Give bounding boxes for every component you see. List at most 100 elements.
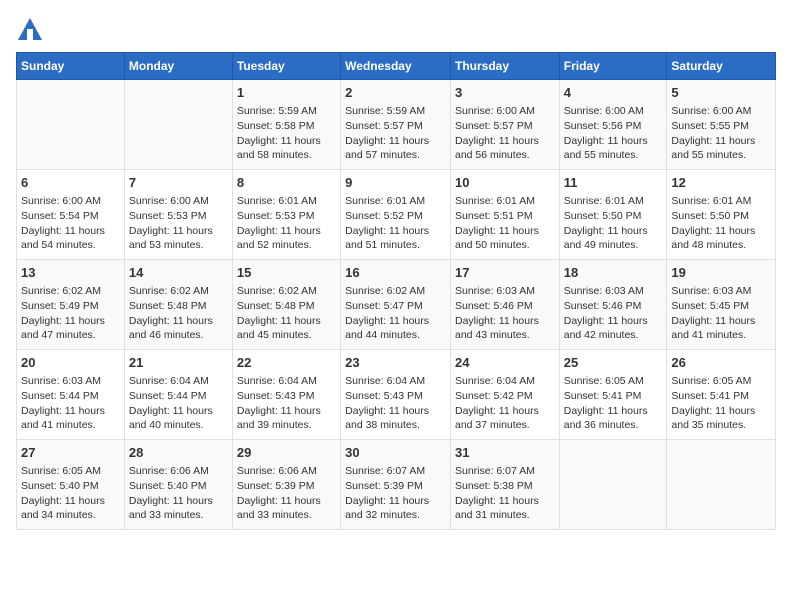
calendar-cell: 26 Sunrise: 6:05 AMSunset: 5:41 PMDayligh… bbox=[667, 350, 776, 440]
day-number: 27 bbox=[21, 444, 120, 462]
day-number: 29 bbox=[237, 444, 336, 462]
day-info: Sunrise: 6:02 AMSunset: 5:47 PMDaylight:… bbox=[345, 284, 446, 343]
calendar-cell bbox=[559, 440, 667, 530]
calendar-cell: 23 Sunrise: 6:04 AMSunset: 5:43 PMDayligh… bbox=[341, 350, 451, 440]
day-info: Sunrise: 5:59 AMSunset: 5:57 PMDaylight:… bbox=[345, 104, 446, 163]
calendar-body: 1 Sunrise: 5:59 AMSunset: 5:58 PMDaylight… bbox=[17, 80, 776, 530]
header-cell-saturday: Saturday bbox=[667, 53, 776, 80]
day-number: 21 bbox=[129, 354, 228, 372]
day-info: Sunrise: 6:04 AMSunset: 5:43 PMDaylight:… bbox=[237, 374, 336, 433]
day-info: Sunrise: 6:04 AMSunset: 5:42 PMDaylight:… bbox=[455, 374, 555, 433]
calendar-week-1: 1 Sunrise: 5:59 AMSunset: 5:58 PMDaylight… bbox=[17, 80, 776, 170]
day-number: 15 bbox=[237, 264, 336, 282]
header-cell-friday: Friday bbox=[559, 53, 667, 80]
calendar-cell: 4 Sunrise: 6:00 AMSunset: 5:56 PMDaylight… bbox=[559, 80, 667, 170]
day-number: 25 bbox=[564, 354, 663, 372]
calendar-cell: 30 Sunrise: 6:07 AMSunset: 5:39 PMDayligh… bbox=[341, 440, 451, 530]
calendar-cell bbox=[17, 80, 125, 170]
day-info: Sunrise: 6:00 AMSunset: 5:57 PMDaylight:… bbox=[455, 104, 555, 163]
calendar-week-2: 6 Sunrise: 6:00 AMSunset: 5:54 PMDaylight… bbox=[17, 170, 776, 260]
calendar-cell bbox=[667, 440, 776, 530]
calendar-cell: 8 Sunrise: 6:01 AMSunset: 5:53 PMDaylight… bbox=[232, 170, 340, 260]
day-number: 9 bbox=[345, 174, 446, 192]
day-number: 1 bbox=[237, 84, 336, 102]
day-info: Sunrise: 6:02 AMSunset: 5:48 PMDaylight:… bbox=[129, 284, 228, 343]
day-number: 13 bbox=[21, 264, 120, 282]
calendar-cell: 27 Sunrise: 6:05 AMSunset: 5:40 PMDayligh… bbox=[17, 440, 125, 530]
day-info: Sunrise: 6:03 AMSunset: 5:44 PMDaylight:… bbox=[21, 374, 120, 433]
calendar-cell: 17 Sunrise: 6:03 AMSunset: 5:46 PMDayligh… bbox=[450, 260, 559, 350]
day-number: 30 bbox=[345, 444, 446, 462]
day-info: Sunrise: 6:06 AMSunset: 5:40 PMDaylight:… bbox=[129, 464, 228, 523]
day-number: 26 bbox=[671, 354, 771, 372]
day-info: Sunrise: 6:02 AMSunset: 5:48 PMDaylight:… bbox=[237, 284, 336, 343]
calendar-cell: 29 Sunrise: 6:06 AMSunset: 5:39 PMDayligh… bbox=[232, 440, 340, 530]
day-number: 14 bbox=[129, 264, 228, 282]
calendar-table: SundayMondayTuesdayWednesdayThursdayFrid… bbox=[16, 52, 776, 530]
calendar-cell: 6 Sunrise: 6:00 AMSunset: 5:54 PMDaylight… bbox=[17, 170, 125, 260]
calendar-cell: 18 Sunrise: 6:03 AMSunset: 5:46 PMDayligh… bbox=[559, 260, 667, 350]
day-info: Sunrise: 6:00 AMSunset: 5:56 PMDaylight:… bbox=[564, 104, 663, 163]
day-info: Sunrise: 5:59 AMSunset: 5:58 PMDaylight:… bbox=[237, 104, 336, 163]
day-number: 12 bbox=[671, 174, 771, 192]
calendar-cell: 7 Sunrise: 6:00 AMSunset: 5:53 PMDaylight… bbox=[124, 170, 232, 260]
logo-icon bbox=[16, 16, 44, 44]
day-info: Sunrise: 6:03 AMSunset: 5:45 PMDaylight:… bbox=[671, 284, 771, 343]
calendar-cell: 16 Sunrise: 6:02 AMSunset: 5:47 PMDayligh… bbox=[341, 260, 451, 350]
day-number: 16 bbox=[345, 264, 446, 282]
calendar-week-5: 27 Sunrise: 6:05 AMSunset: 5:40 PMDayligh… bbox=[17, 440, 776, 530]
day-number: 31 bbox=[455, 444, 555, 462]
day-number: 7 bbox=[129, 174, 228, 192]
calendar-cell: 22 Sunrise: 6:04 AMSunset: 5:43 PMDayligh… bbox=[232, 350, 340, 440]
day-info: Sunrise: 6:01 AMSunset: 5:51 PMDaylight:… bbox=[455, 194, 555, 253]
day-info: Sunrise: 6:05 AMSunset: 5:40 PMDaylight:… bbox=[21, 464, 120, 523]
day-number: 24 bbox=[455, 354, 555, 372]
day-number: 20 bbox=[21, 354, 120, 372]
header-row: SundayMondayTuesdayWednesdayThursdayFrid… bbox=[17, 53, 776, 80]
calendar-cell: 10 Sunrise: 6:01 AMSunset: 5:51 PMDayligh… bbox=[450, 170, 559, 260]
calendar-cell: 20 Sunrise: 6:03 AMSunset: 5:44 PMDayligh… bbox=[17, 350, 125, 440]
day-info: Sunrise: 6:00 AMSunset: 5:53 PMDaylight:… bbox=[129, 194, 228, 253]
day-info: Sunrise: 6:01 AMSunset: 5:50 PMDaylight:… bbox=[564, 194, 663, 253]
day-number: 3 bbox=[455, 84, 555, 102]
calendar-cell: 19Sunrise: 6:03 AMSunset: 5:45 PMDayligh… bbox=[667, 260, 776, 350]
day-number: 6 bbox=[21, 174, 120, 192]
day-number: 8 bbox=[237, 174, 336, 192]
day-number: 23 bbox=[345, 354, 446, 372]
day-info: Sunrise: 6:05 AMSunset: 5:41 PMDaylight:… bbox=[671, 374, 771, 433]
day-info: Sunrise: 6:06 AMSunset: 5:39 PMDaylight:… bbox=[237, 464, 336, 523]
day-number: 17 bbox=[455, 264, 555, 282]
calendar-cell: 12Sunrise: 6:01 AMSunset: 5:50 PMDayligh… bbox=[667, 170, 776, 260]
day-info: Sunrise: 6:00 AMSunset: 5:55 PMDaylight:… bbox=[671, 104, 771, 163]
day-info: Sunrise: 6:07 AMSunset: 5:39 PMDaylight:… bbox=[345, 464, 446, 523]
day-info: Sunrise: 6:04 AMSunset: 5:44 PMDaylight:… bbox=[129, 374, 228, 433]
day-number: 5 bbox=[671, 84, 771, 102]
day-info: Sunrise: 6:00 AMSunset: 5:54 PMDaylight:… bbox=[21, 194, 120, 253]
calendar-cell: 24 Sunrise: 6:04 AMSunset: 5:42 PMDayligh… bbox=[450, 350, 559, 440]
day-info: Sunrise: 6:05 AMSunset: 5:41 PMDaylight:… bbox=[564, 374, 663, 433]
header-cell-wednesday: Wednesday bbox=[341, 53, 451, 80]
calendar-cell: 2Sunrise: 5:59 AMSunset: 5:57 PMDaylight… bbox=[341, 80, 451, 170]
day-info: Sunrise: 6:01 AMSunset: 5:53 PMDaylight:… bbox=[237, 194, 336, 253]
logo bbox=[16, 16, 48, 44]
day-info: Sunrise: 6:03 AMSunset: 5:46 PMDaylight:… bbox=[564, 284, 663, 343]
calendar-cell: 28 Sunrise: 6:06 AMSunset: 5:40 PMDayligh… bbox=[124, 440, 232, 530]
day-info: Sunrise: 6:01 AMSunset: 5:52 PMDaylight:… bbox=[345, 194, 446, 253]
calendar-cell: 31Sunrise: 6:07 AMSunset: 5:38 PMDayligh… bbox=[450, 440, 559, 530]
calendar-cell: 3 Sunrise: 6:00 AMSunset: 5:57 PMDaylight… bbox=[450, 80, 559, 170]
header-cell-monday: Monday bbox=[124, 53, 232, 80]
day-number: 4 bbox=[564, 84, 663, 102]
day-number: 10 bbox=[455, 174, 555, 192]
calendar-cell: 9 Sunrise: 6:01 AMSunset: 5:52 PMDaylight… bbox=[341, 170, 451, 260]
calendar-cell: 5 Sunrise: 6:00 AMSunset: 5:55 PMDaylight… bbox=[667, 80, 776, 170]
header-cell-tuesday: Tuesday bbox=[232, 53, 340, 80]
day-info: Sunrise: 6:03 AMSunset: 5:46 PMDaylight:… bbox=[455, 284, 555, 343]
day-number: 18 bbox=[564, 264, 663, 282]
calendar-cell: 11Sunrise: 6:01 AMSunset: 5:50 PMDayligh… bbox=[559, 170, 667, 260]
calendar-week-4: 20 Sunrise: 6:03 AMSunset: 5:44 PMDayligh… bbox=[17, 350, 776, 440]
day-number: 28 bbox=[129, 444, 228, 462]
day-number: 22 bbox=[237, 354, 336, 372]
day-info: Sunrise: 6:04 AMSunset: 5:43 PMDaylight:… bbox=[345, 374, 446, 433]
calendar-cell: 25 Sunrise: 6:05 AMSunset: 5:41 PMDayligh… bbox=[559, 350, 667, 440]
calendar-cell: 1 Sunrise: 5:59 AMSunset: 5:58 PMDaylight… bbox=[232, 80, 340, 170]
